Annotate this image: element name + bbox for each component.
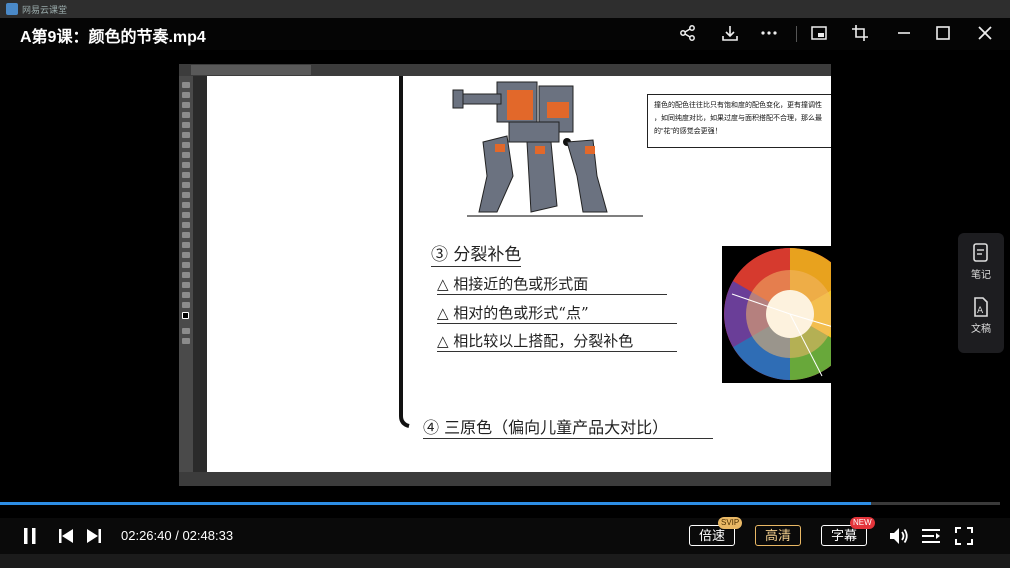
notes-label: 笔记: [971, 270, 991, 281]
ps-toolbar: [179, 76, 193, 472]
previous-button[interactable]: [58, 528, 74, 549]
slide-bullet-3: △ 相比较以上搭配，分裂补色: [437, 330, 677, 352]
callout-line-1: 撞色的配色往往比只有饱和度的配色变化，更有撞调性: [654, 102, 822, 109]
svg-text:A: A: [977, 306, 984, 316]
transcript-label: 文稿: [971, 324, 991, 335]
playlist-icon[interactable]: [921, 527, 941, 550]
app-strip: 网易云课堂: [0, 0, 1010, 18]
time-separator: /: [171, 528, 183, 543]
fullscreen-icon[interactable]: [955, 527, 973, 550]
app-name: 网易云课堂: [22, 5, 68, 15]
ps-canvas-margin: [193, 76, 207, 472]
slide-heading: ③ 分裂补色: [431, 240, 522, 267]
close-icon[interactable]: [974, 22, 996, 44]
total-time: 02:48:33: [182, 528, 234, 543]
notes-icon: [971, 243, 991, 263]
next-button[interactable]: [86, 528, 102, 549]
notes-button[interactable]: 笔记: [958, 243, 1004, 291]
color-wheel: [722, 246, 831, 383]
callout-box: 撞色的配色往往比只有饱和度的配色变化，更有撞调性 ，如同纯度对比，如果过度与面积…: [647, 94, 831, 148]
ps-tab-bar: [179, 64, 831, 76]
pip-icon[interactable]: [808, 22, 830, 44]
new-badge: NEW: [850, 517, 875, 529]
current-time: 02:26:40: [121, 528, 172, 543]
svip-badge: SVIP: [718, 517, 743, 529]
slide-bullet-2: △ 相对的色或形式“点”: [437, 302, 677, 324]
time-display: 02:26:40 / 02:48:33: [121, 528, 233, 543]
vertical-stroke: [399, 76, 410, 428]
speed-label: 倍速: [698, 528, 725, 543]
share-icon[interactable]: [677, 22, 699, 44]
more-icon[interactable]: [758, 22, 780, 44]
pause-button[interactable]: [22, 527, 38, 550]
callout-line-3: 的“花”的感觉会更强！: [654, 128, 722, 135]
robot-illustration: [452, 81, 643, 217]
player-controls: 02:26:40 / 02:48:33 倍速 SVIP 高清 字幕 NEW: [0, 517, 1010, 554]
crop-icon[interactable]: [849, 22, 871, 44]
transcript-icon: A: [971, 297, 991, 317]
ps-status-bar: [179, 472, 831, 486]
download-icon[interactable]: [719, 22, 741, 44]
ps-document-tab: [191, 65, 311, 75]
maximize-icon[interactable]: [932, 22, 954, 44]
transcript-button[interactable]: A 文稿: [958, 297, 1004, 345]
os-taskbar: [0, 554, 1010, 568]
slide-bullet-1: △ 相接近的色或形式面: [437, 273, 667, 295]
minimize-icon[interactable]: [893, 22, 915, 44]
quality-button[interactable]: 高清: [755, 525, 801, 546]
video-frame: 撞色的配色往往比只有饱和度的配色变化，更有撞调性 ，如同纯度对比，如果过度与面积…: [179, 64, 831, 486]
subtitle-button[interactable]: 字幕 NEW: [821, 517, 875, 546]
side-panel: 笔记 A 文稿: [958, 233, 1004, 353]
ps-canvas: 撞色的配色往往比只有饱和度的配色变化，更有撞调性 ，如同纯度对比，如果过度与面积…: [207, 76, 831, 472]
app-logo-icon: [6, 3, 18, 15]
progress-fill: [0, 502, 871, 505]
progress-bar[interactable]: [0, 502, 1000, 505]
speed-button[interactable]: 倍速 SVIP: [689, 517, 743, 546]
subtitle-label: 字幕: [830, 528, 857, 543]
quality-label: 高清: [764, 528, 791, 543]
volume-icon[interactable]: [888, 526, 910, 551]
slide-footer-line: ④ 三原色（偏向儿童产品大对比）: [423, 414, 713, 439]
titlebar-divider: [796, 26, 797, 42]
callout-line-2: ，如同纯度对比，如果过度与面积搭配不合理，那么最: [654, 115, 822, 122]
video-title: A第9课：颜色的节奏.mp4: [20, 29, 206, 46]
title-bar: A第9课：颜色的节奏.mp4: [0, 18, 1010, 50]
